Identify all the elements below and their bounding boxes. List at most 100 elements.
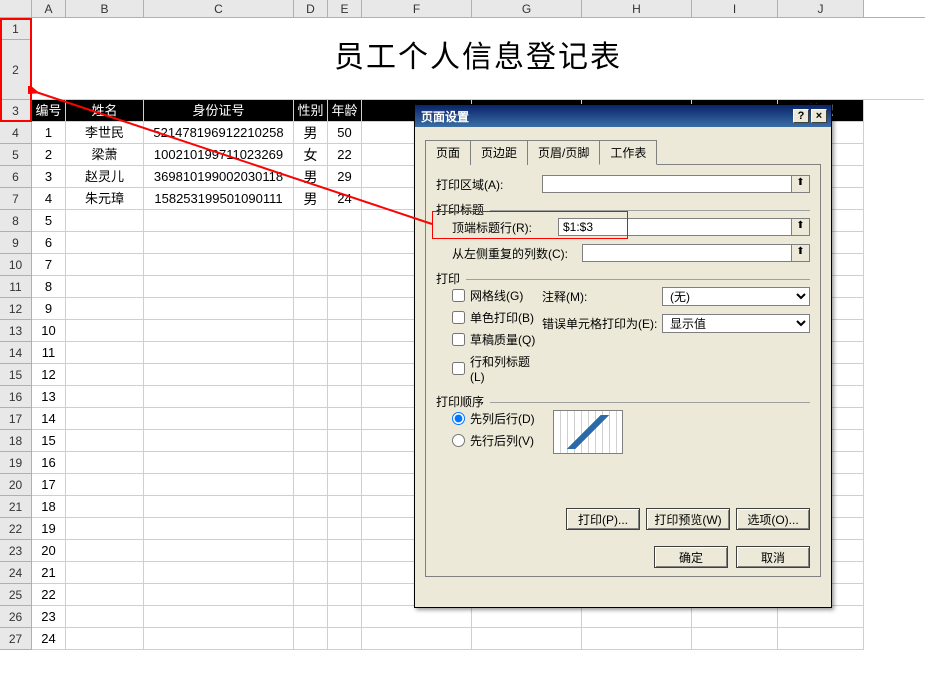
row-header-26[interactable]: 26: [0, 606, 32, 628]
cell[interactable]: [328, 430, 362, 452]
cell[interactable]: 5: [32, 210, 66, 232]
cell[interactable]: [328, 254, 362, 276]
cell[interactable]: [328, 276, 362, 298]
cell[interactable]: 15: [32, 430, 66, 452]
tab-headerfooter[interactable]: 页眉/页脚: [527, 140, 600, 165]
cell[interactable]: [144, 474, 294, 496]
cell[interactable]: [294, 276, 328, 298]
cell[interactable]: 17: [32, 474, 66, 496]
cell[interactable]: [328, 584, 362, 606]
cell[interactable]: [144, 606, 294, 628]
cell[interactable]: [328, 606, 362, 628]
cell[interactable]: [294, 518, 328, 540]
cell[interactable]: 4: [32, 188, 66, 210]
cell[interactable]: [144, 298, 294, 320]
cell[interactable]: 20: [32, 540, 66, 562]
cell[interactable]: [294, 452, 328, 474]
cell[interactable]: [144, 584, 294, 606]
draft-checkbox[interactable]: [452, 333, 465, 346]
cell[interactable]: [66, 452, 144, 474]
cell[interactable]: 24: [328, 188, 362, 210]
cell[interactable]: [328, 320, 362, 342]
cell[interactable]: 23: [32, 606, 66, 628]
cell[interactable]: [144, 254, 294, 276]
cell[interactable]: [582, 628, 692, 650]
cell[interactable]: 369810199002030118: [144, 166, 294, 188]
cell[interactable]: [294, 628, 328, 650]
select-all-corner[interactable]: [0, 0, 32, 17]
cell[interactable]: 男: [294, 166, 328, 188]
cell[interactable]: [294, 254, 328, 276]
cell[interactable]: [144, 276, 294, 298]
tab-sheet[interactable]: 工作表: [599, 140, 657, 165]
cell[interactable]: [66, 232, 144, 254]
cell[interactable]: [294, 320, 328, 342]
cell[interactable]: 22: [32, 584, 66, 606]
rowcol-headings-checkbox[interactable]: [452, 362, 465, 375]
row-header-2[interactable]: 2: [0, 40, 32, 100]
row-header-1[interactable]: 1: [0, 18, 32, 40]
cell[interactable]: [66, 606, 144, 628]
cell[interactable]: [66, 276, 144, 298]
cell[interactable]: 24: [32, 628, 66, 650]
cell[interactable]: [328, 518, 362, 540]
over-then-down-radio[interactable]: [452, 434, 465, 447]
cell[interactable]: 21: [32, 562, 66, 584]
cell[interactable]: [66, 386, 144, 408]
cell[interactable]: [66, 364, 144, 386]
cell[interactable]: [362, 606, 472, 628]
cell[interactable]: [66, 474, 144, 496]
cell[interactable]: [144, 232, 294, 254]
row-header-18[interactable]: 18: [0, 430, 32, 452]
gridlines-checkbox[interactable]: [452, 289, 465, 302]
cell[interactable]: [362, 628, 472, 650]
sheet-title-cell[interactable]: 员工个人信息登记表: [32, 18, 924, 100]
cell[interactable]: 100210199711023269: [144, 144, 294, 166]
cell[interactable]: [66, 518, 144, 540]
cell[interactable]: 50: [328, 122, 362, 144]
cell[interactable]: [144, 364, 294, 386]
row-header-3[interactable]: 3: [0, 100, 32, 122]
col-header-E[interactable]: E: [328, 0, 362, 17]
tab-page[interactable]: 页面: [425, 140, 471, 165]
dialog-close-button[interactable]: ×: [811, 109, 827, 123]
cell[interactable]: 521478196912210258: [144, 122, 294, 144]
cols-repeat-range-button[interactable]: ⬆: [792, 244, 810, 262]
cell[interactable]: [778, 606, 864, 628]
cell[interactable]: [294, 342, 328, 364]
cell[interactable]: [144, 562, 294, 584]
row-header-13[interactable]: 13: [0, 320, 32, 342]
cell[interactable]: 8: [32, 276, 66, 298]
cell[interactable]: [294, 496, 328, 518]
print-area-range-button[interactable]: ⬆: [792, 175, 810, 193]
row-header-22[interactable]: 22: [0, 518, 32, 540]
cell[interactable]: [144, 452, 294, 474]
cell[interactable]: 女: [294, 144, 328, 166]
th-sex[interactable]: 性别: [294, 100, 328, 122]
comments-select[interactable]: (无): [662, 287, 810, 306]
cell[interactable]: [294, 540, 328, 562]
row-header-16[interactable]: 16: [0, 386, 32, 408]
cell[interactable]: [66, 210, 144, 232]
cell[interactable]: [294, 386, 328, 408]
row-header-17[interactable]: 17: [0, 408, 32, 430]
cell[interactable]: [294, 606, 328, 628]
down-then-over-radio[interactable]: [452, 412, 465, 425]
cell[interactable]: [328, 496, 362, 518]
cell[interactable]: [294, 408, 328, 430]
cell[interactable]: [328, 562, 362, 584]
cell[interactable]: 2: [32, 144, 66, 166]
row-header-20[interactable]: 20: [0, 474, 32, 496]
cell[interactable]: [294, 210, 328, 232]
cell[interactable]: 12: [32, 364, 66, 386]
cell[interactable]: [778, 628, 864, 650]
cell[interactable]: [144, 320, 294, 342]
bw-checkbox[interactable]: [452, 311, 465, 324]
col-header-I[interactable]: I: [692, 0, 778, 17]
cell[interactable]: [66, 298, 144, 320]
cell[interactable]: 朱元璋: [66, 188, 144, 210]
cell[interactable]: 赵灵儿: [66, 166, 144, 188]
cell[interactable]: 16: [32, 452, 66, 474]
row-header-8[interactable]: 8: [0, 210, 32, 232]
row-header-27[interactable]: 27: [0, 628, 32, 650]
